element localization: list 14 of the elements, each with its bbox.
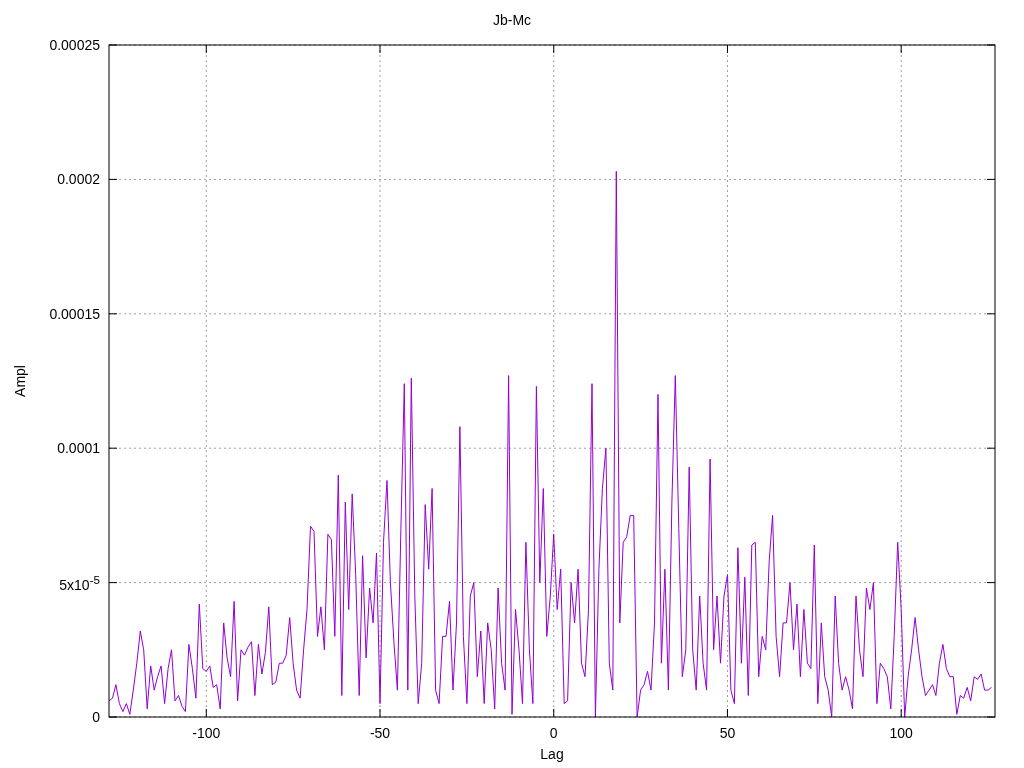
- x-tick-label: 100: [889, 725, 913, 741]
- y-tick-label: 0.0001: [57, 440, 100, 457]
- x-axis-label: Lag: [540, 746, 564, 762]
- x-tick-label: -100: [192, 725, 221, 741]
- y-tick-label: 5x10$^{-5}$: [59, 572, 100, 593]
- y-axis-label: Ampl: [11, 365, 28, 397]
- y-tick-label: 0: [92, 709, 100, 725]
- x-tick-label: -50: [369, 725, 391, 741]
- x-tick-label: 50: [719, 725, 736, 741]
- x-tick-label: 0: [549, 725, 558, 741]
- chart-title: Jb-Mc: [492, 12, 532, 28]
- y-tick-label: 0.00015: [49, 305, 100, 322]
- y-tick-label: 0.00025: [49, 37, 100, 53]
- y-tick-label: 0.0002: [57, 171, 100, 188]
